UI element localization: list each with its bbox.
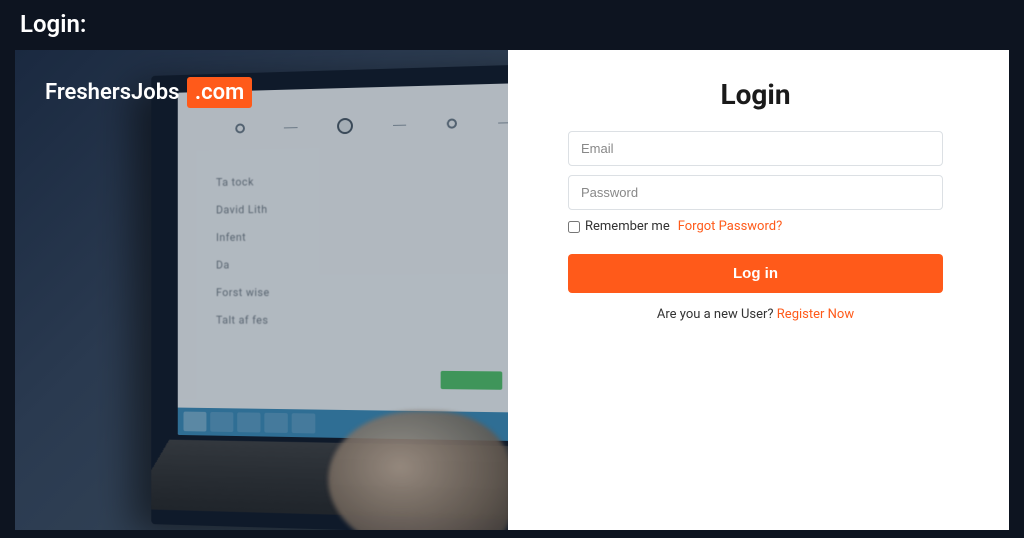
blurred-text: David Lith [216, 200, 508, 218]
blurred-text: Forst wise [216, 286, 508, 300]
login-form-panel: Login Remember me Forgot Password? Log i… [508, 50, 1009, 530]
blurred-text: Ta tock [216, 171, 508, 190]
laptop-screen: Ta tock David Lith Infent Da Forst wise … [178, 83, 508, 442]
new-user-text: Are you a new User? [657, 307, 777, 322]
password-input[interactable] [568, 175, 943, 210]
step-line-icon [393, 124, 407, 125]
step-dot-icon [447, 118, 457, 128]
blurred-text: Talt af fes [216, 314, 508, 329]
step-line-icon [284, 127, 297, 128]
brand-name: FreshersJobs [45, 80, 179, 105]
taskbar-item-icon [210, 412, 233, 432]
step-dot-icon [235, 123, 245, 133]
remember-checkbox[interactable] [568, 221, 580, 233]
forgot-password-link[interactable]: Forgot Password? [678, 219, 783, 234]
home-icon [183, 412, 206, 432]
remember-row: Remember me Forgot Password? [568, 219, 943, 234]
blurred-text: Infent [216, 228, 508, 244]
brand-logo: FreshersJobs .com [45, 80, 252, 105]
hero-image-panel: FreshersJobs .com Ta tock David Lith Inf… [15, 50, 508, 530]
step-line-icon [498, 122, 508, 123]
form-heading: Login [568, 78, 943, 111]
login-container: FreshersJobs .com Ta tock David Lith Inf… [15, 50, 1009, 530]
register-link[interactable]: Register Now [777, 307, 854, 322]
register-prompt: Are you a new User? Register Now [568, 307, 943, 322]
page-title: Login: [0, 0, 1024, 50]
remember-label: Remember me [585, 219, 670, 234]
taskbar-item-icon [292, 413, 316, 433]
brand-suffix: .com [187, 77, 252, 108]
taskbar-item-icon [264, 413, 287, 433]
laptop-illustration: Ta tock David Lith Infent Da Forst wise … [151, 64, 508, 530]
green-button-illustration [441, 371, 503, 390]
email-input[interactable] [568, 131, 943, 166]
stepper-illustration [235, 114, 508, 136]
login-button[interactable]: Log in [568, 254, 943, 293]
taskbar-item-icon [237, 412, 260, 432]
blurred-text: Da [216, 257, 508, 272]
step-dot-active-icon [337, 118, 353, 134]
